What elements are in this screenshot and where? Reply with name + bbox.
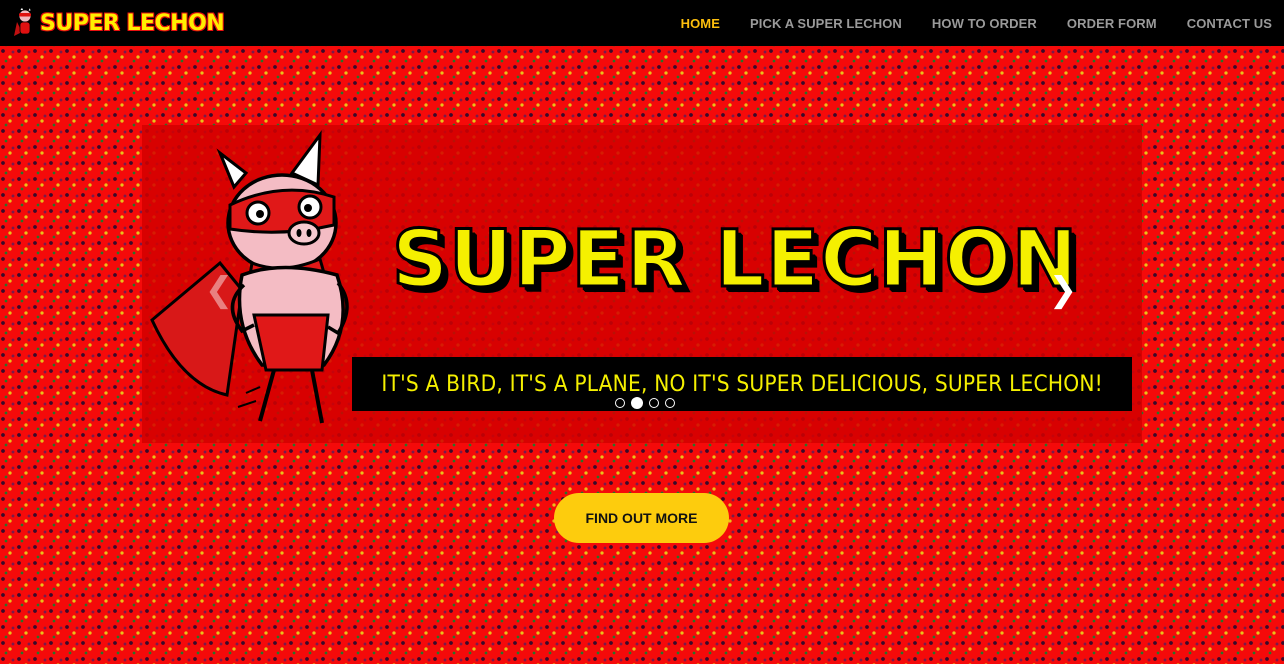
pig-hero-logo-icon (14, 6, 32, 40)
carousel-indicator-2[interactable] (631, 397, 643, 409)
carousel-next-button[interactable]: ❯ (1048, 270, 1078, 310)
main-nav: HOME PICK A SUPER LECHON HOW TO ORDER OR… (681, 0, 1284, 46)
nav-home[interactable]: HOME (681, 16, 720, 31)
nav-how-to-order[interactable]: HOW TO ORDER (932, 16, 1037, 31)
brand-name: SUPER LECHON (40, 10, 225, 36)
carousel-prev-button[interactable]: ❮ (204, 270, 234, 310)
carousel-indicator-1[interactable] (615, 398, 625, 408)
chevron-right-icon: ❯ (1048, 270, 1078, 310)
carousel-indicator-4[interactable] (665, 398, 675, 408)
hero-carousel: SUPER LECHON IT'S A BIRD, IT'S A PLANE, … (142, 125, 1142, 443)
slide-title: SUPER LECHON (391, 215, 1079, 305)
tagline-banner: IT'S A BIRD, IT'S A PLANE, NO IT'S SUPER… (352, 357, 1132, 411)
pig-hero-illustration (150, 130, 349, 424)
nav-contact-us[interactable]: CONTACT US (1187, 16, 1272, 31)
carousel-indicators (612, 397, 678, 409)
nav-pick-a-super-lechon[interactable]: PICK A SUPER LECHON (750, 16, 902, 31)
brand-logo[interactable]: SUPER LECHON (14, 0, 225, 46)
find-out-more-button[interactable]: FIND OUT MORE (554, 493, 729, 543)
carousel-indicator-3[interactable] (649, 398, 659, 408)
slide-tagline: IT'S A BIRD, IT'S A PLANE, NO IT'S SUPER… (381, 371, 1103, 397)
chevron-left-icon: ❮ (204, 270, 234, 310)
top-navbar: SUPER LECHON HOME PICK A SUPER LECHON HO… (0, 0, 1284, 46)
nav-order-form[interactable]: ORDER FORM (1067, 16, 1157, 31)
